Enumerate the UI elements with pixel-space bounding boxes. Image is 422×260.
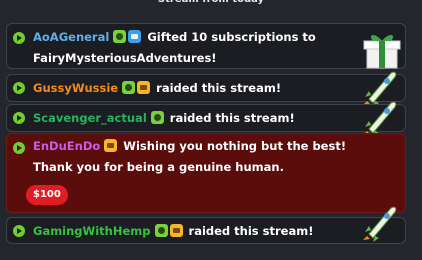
username[interactable]: GamingWithHemp xyxy=(33,224,151,238)
event-card-raid[interactable]: Scavenger_actual raided this stream! xyxy=(6,101,406,137)
play-icon[interactable] xyxy=(13,32,25,44)
play-icon[interactable] xyxy=(13,112,25,124)
donation-amount-badge: $100 xyxy=(26,185,68,205)
event-text: raided this stream! xyxy=(169,111,295,125)
tier-badge-icon xyxy=(137,81,151,94)
event-message: AoAGeneral Gifted 10 subscriptions to Fa… xyxy=(33,27,349,69)
event-card-raid[interactable]: GamingWithHemp raided this stream! xyxy=(6,206,406,244)
sub-badge-icon xyxy=(154,224,168,237)
sub-badge-icon xyxy=(113,30,127,43)
play-icon[interactable] xyxy=(13,82,25,94)
tier-badge-icon xyxy=(169,224,183,237)
event-text: raided this stream! xyxy=(156,81,282,95)
event-message: EnDuEnDo Wishing you nothing but the bes… xyxy=(33,136,387,178)
tier-badge-icon xyxy=(104,139,118,152)
play-icon[interactable] xyxy=(13,142,25,154)
event-card-raid[interactable]: GussyWussie raided this stream! xyxy=(6,71,406,107)
sub-badge-icon xyxy=(150,111,164,124)
sub-badge-icon xyxy=(122,81,136,94)
event-feed: AoAGeneral Gifted 10 subscriptions to Fa… xyxy=(0,0,422,260)
event-message: Scavenger_actual raided this stream! xyxy=(33,108,349,129)
username[interactable]: Scavenger_actual xyxy=(33,111,147,125)
prime-badge-icon xyxy=(128,30,142,43)
username[interactable]: EnDuEnDo xyxy=(33,139,100,153)
event-message: GussyWussie raided this stream! xyxy=(33,78,349,99)
rocket-icon xyxy=(361,202,401,246)
username[interactable]: AoAGeneral xyxy=(33,30,109,44)
event-text: raided this stream! xyxy=(188,224,314,238)
event-message: GamingWithHemp raided this stream! xyxy=(33,221,349,242)
play-icon[interactable] xyxy=(13,225,25,237)
event-card-gift[interactable]: AoAGeneral Gifted 10 subscriptions to Fa… xyxy=(6,23,406,69)
username[interactable]: GussyWussie xyxy=(33,81,118,95)
